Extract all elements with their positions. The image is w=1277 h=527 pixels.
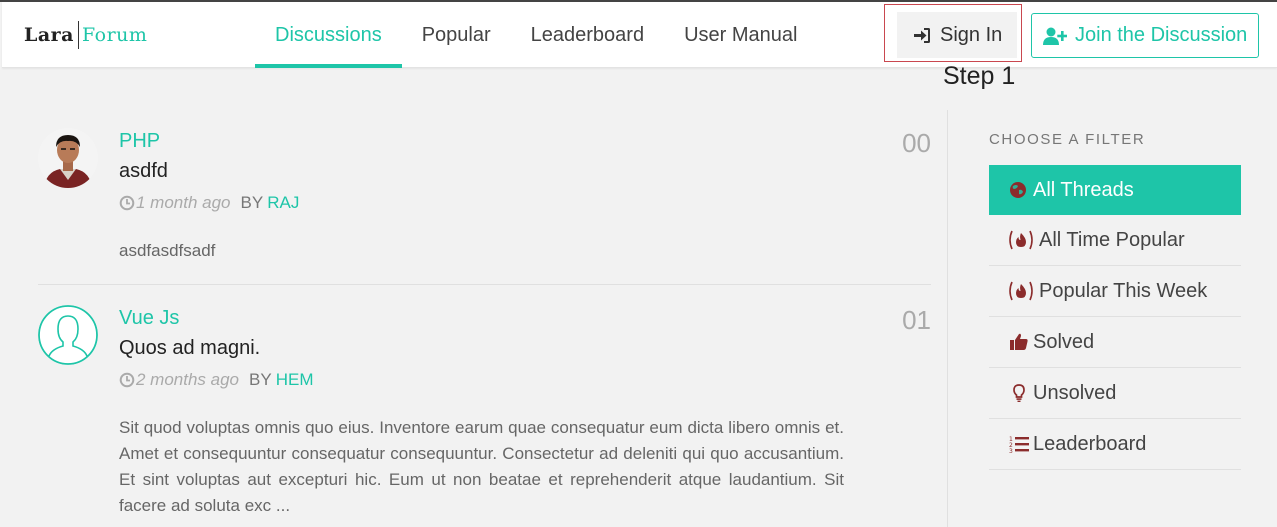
thread-category[interactable]: Vue Js — [119, 307, 179, 330]
globe-icon — [1010, 182, 1026, 198]
thread-excerpt: asdfasdfsadf — [119, 241, 216, 260]
brand-logo-separator — [78, 21, 79, 49]
thread-meta: 1 month ago BY RAJ — [119, 193, 299, 213]
thread-item: PHP asdfd 1 month ago BY RAJ 00 asdfasdf… — [38, 128, 931, 278]
filter-label: All Threads — [1033, 178, 1134, 201]
filter-label: Popular This Week — [1039, 279, 1208, 302]
filter-solved[interactable]: Solved — [989, 317, 1241, 368]
filter-all-time-popular[interactable]: All Time Popular — [989, 215, 1241, 266]
brand-logo[interactable]: Lara Forum — [24, 20, 147, 50]
user-plus-icon — [1043, 27, 1067, 45]
main-nav: Discussions Popular Leaderboard User Man… — [255, 2, 817, 68]
thread-author[interactable]: HEM — [276, 370, 314, 390]
filter-heading: CHOOSE A FILTER — [989, 131, 1146, 148]
nav-leaderboard[interactable]: Leaderboard — [511, 2, 664, 68]
brand-logo-left: Lara — [24, 24, 74, 46]
avatar[interactable] — [38, 128, 98, 188]
thread-divider — [38, 284, 931, 285]
nav-discussions[interactable]: Discussions — [255, 2, 402, 68]
svg-text:3: 3 — [1009, 448, 1013, 454]
join-discussion-button[interactable]: Join the Discussion — [1031, 13, 1259, 58]
thread-category[interactable]: PHP — [119, 130, 160, 153]
step-annotation: Step 1 — [943, 62, 1016, 90]
filter-label: Unsolved — [1033, 381, 1117, 404]
filter-leaderboard[interactable]: 1 2 3 Leaderboard — [989, 419, 1241, 470]
fire-icon — [1009, 230, 1033, 250]
thread-author[interactable]: RAJ — [267, 193, 299, 213]
thread-time: 2 months ago — [136, 370, 240, 389]
brand-logo-right: Forum — [82, 24, 148, 46]
filter-label: All Time Popular — [1039, 228, 1185, 251]
thread-by-label: BY — [249, 370, 272, 389]
sidebar-divider — [947, 110, 948, 527]
thread-title[interactable]: Quos ad magni. — [119, 337, 260, 360]
sign-in-button[interactable]: Sign In — [897, 12, 1017, 58]
thread-meta: 2 months ago BY HEM — [119, 370, 313, 390]
clock-icon — [119, 195, 135, 211]
avatar[interactable] — [38, 305, 98, 365]
filter-label: Solved — [1033, 330, 1095, 353]
thread-time: 1 month ago — [136, 193, 231, 212]
nav-popular[interactable]: Popular — [402, 2, 511, 68]
thumbs-up-icon — [1010, 333, 1028, 350]
thread-by-label: BY — [240, 193, 264, 212]
thread-item: Vue Js Quos ad magni. 2 months ago BY HE… — [38, 305, 931, 527]
thread-reply-count: 00 — [902, 128, 931, 158]
clock-icon — [119, 372, 135, 388]
filter-unsolved[interactable]: Unsolved — [989, 368, 1241, 419]
filter-all-threads[interactable]: All Threads — [989, 165, 1241, 215]
list-ol-icon: 1 2 3 — [1009, 436, 1029, 454]
sign-in-label: Sign In — [940, 23, 1003, 46]
sign-in-icon — [914, 27, 930, 43]
lightbulb-icon — [1013, 384, 1025, 402]
join-discussion-label: Join the Discussion — [1075, 24, 1248, 46]
nav-user-manual[interactable]: User Manual — [664, 2, 817, 68]
filter-popular-this-week[interactable]: Popular This Week — [989, 266, 1241, 317]
thread-reply-count: 01 — [902, 305, 931, 335]
thread-title[interactable]: asdfd — [119, 160, 168, 183]
filter-list: All Threads All Time Popular Popular Thi… — [989, 165, 1241, 470]
filter-label: Leaderboard — [1033, 432, 1147, 455]
fire-icon — [1009, 281, 1033, 301]
thread-excerpt: Sit quod voluptas omnis quo eius. Invent… — [119, 418, 844, 515]
